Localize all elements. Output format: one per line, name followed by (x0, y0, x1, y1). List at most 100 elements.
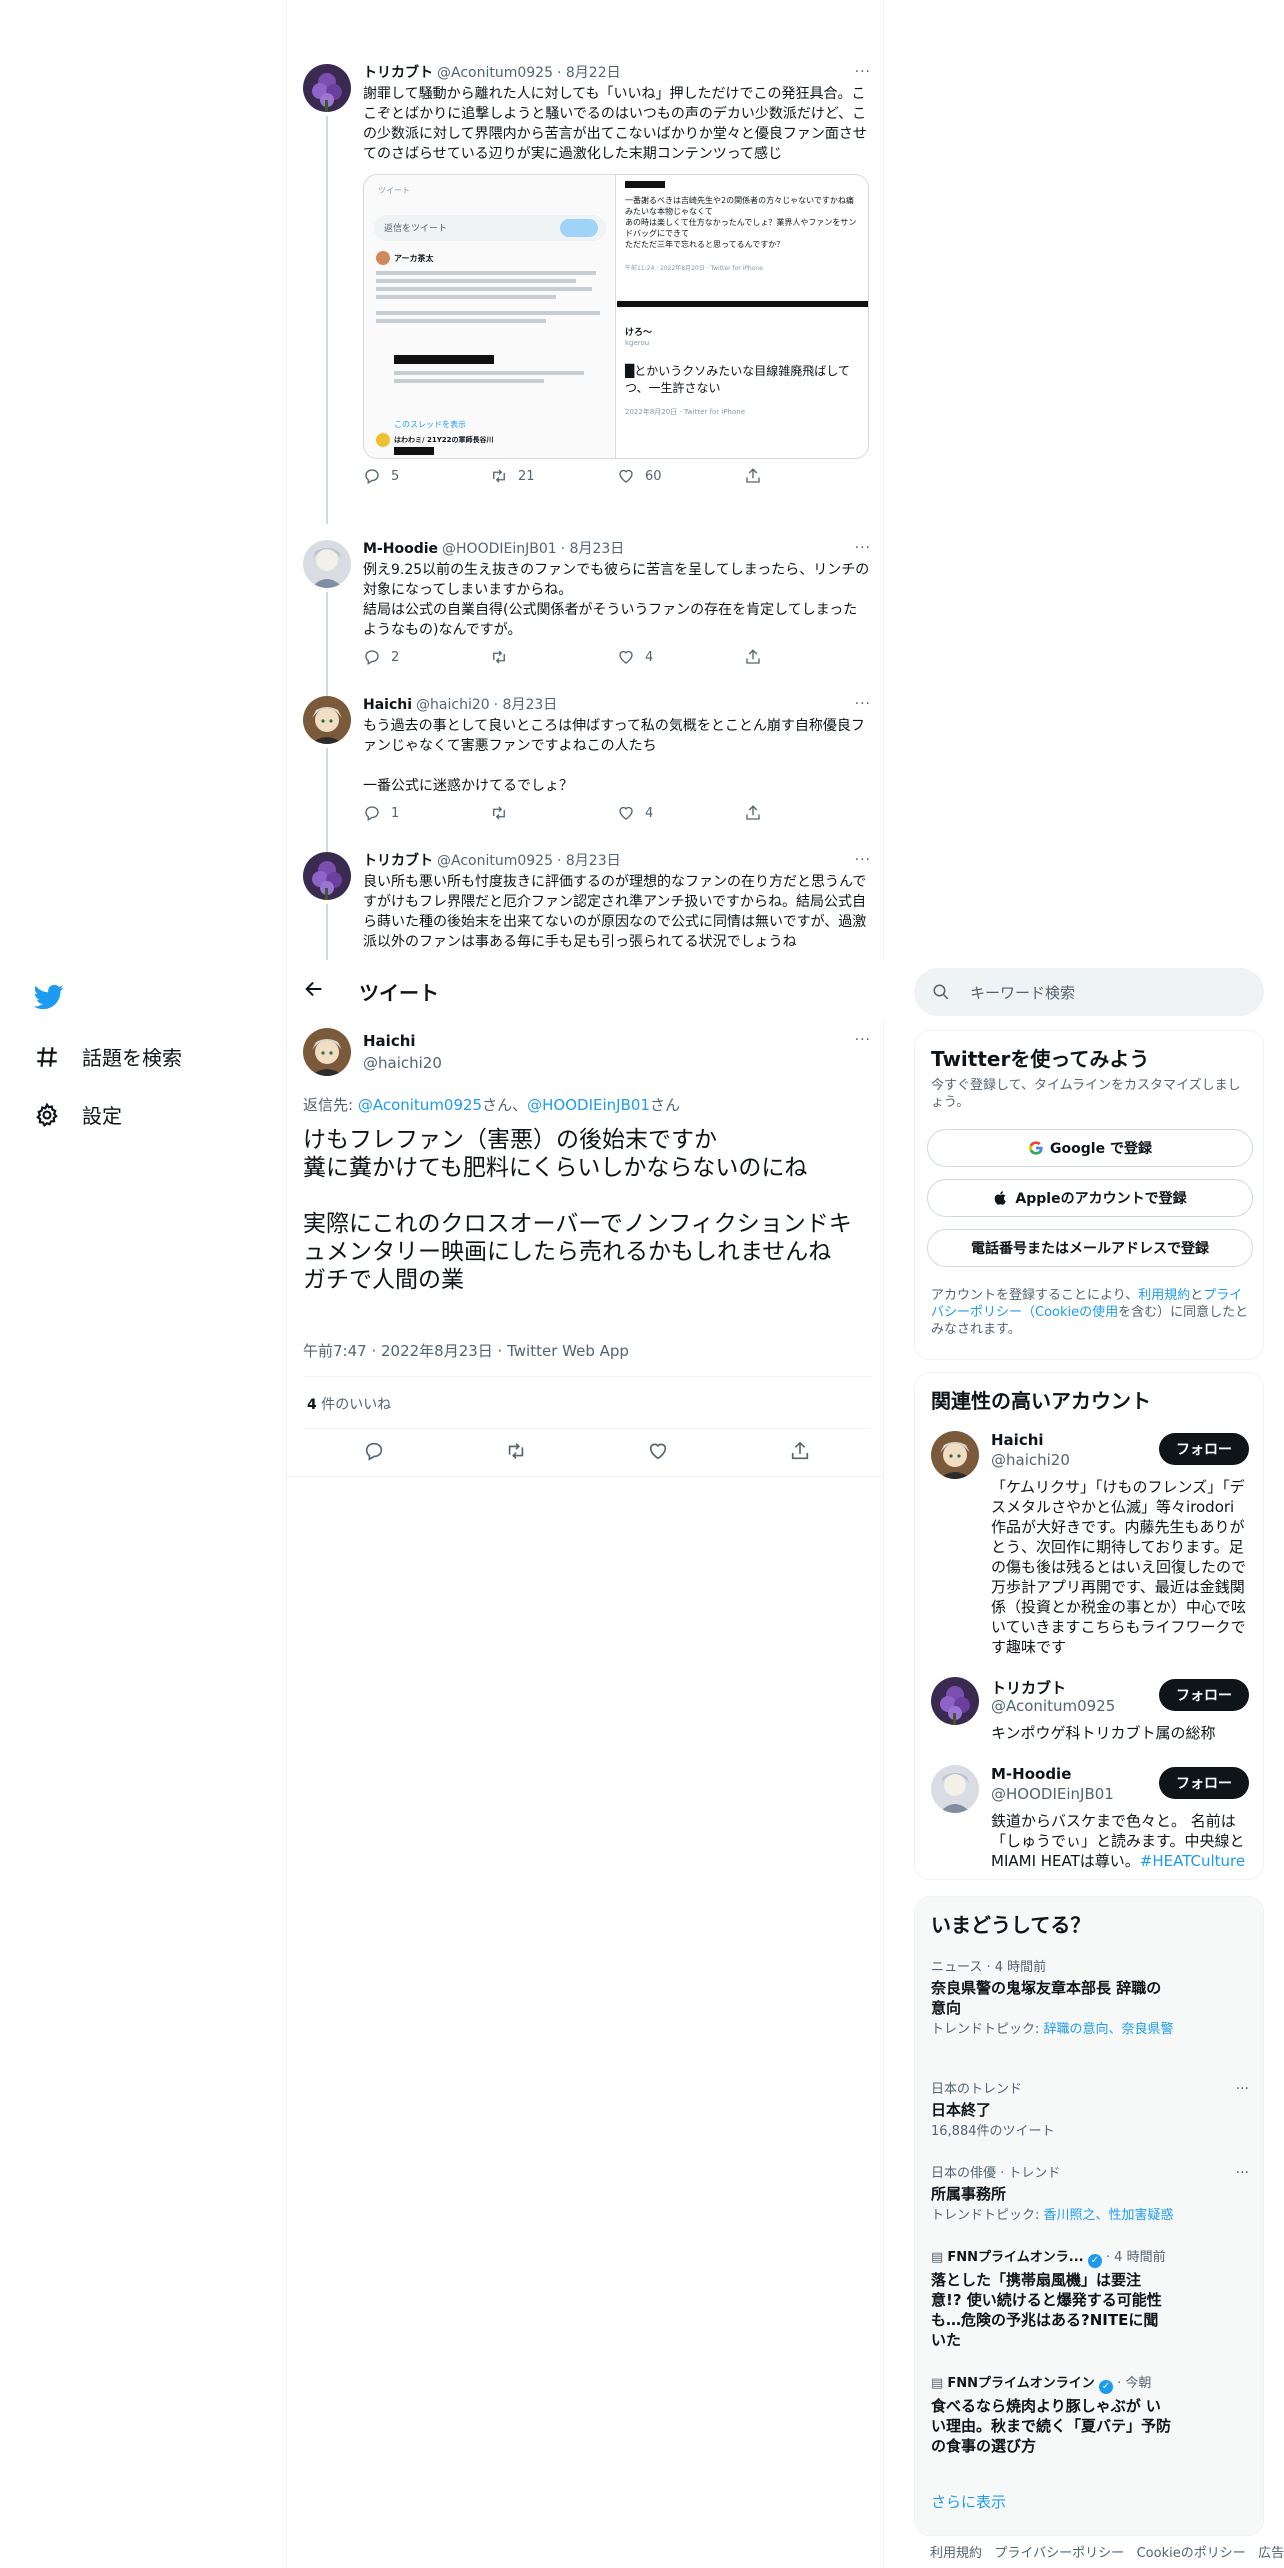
more-options-icon[interactable]: ··· (855, 696, 871, 712)
tweet-text: 謝罪して騒動から離れた人に対しても「いいね」押しただけでこの発狂具合。ここぞとば… (363, 86, 867, 162)
author-handle[interactable]: @haichi20 (363, 1054, 442, 1072)
author-handle[interactable]: @HOODIEinJB01 (442, 540, 557, 558)
media-right-panel: 一番謝るべきは吉崎先生や2の関係者の方々じゃないですかね痛みたいな本物じゃなくて… (617, 175, 868, 458)
gear-icon (36, 1102, 58, 1127)
account-item[interactable]: M-Hoodie @HOODIEinJB01 フォロー 鉄道からバスケまで色々と… (931, 1765, 1249, 1875)
account-name[interactable]: Haichi (991, 1431, 1044, 1449)
hashtag-icon (37, 1046, 57, 1067)
account-handle[interactable]: @Aconitum0925 (991, 1697, 1115, 1715)
tweet-media-image[interactable]: ツイート 返信をツイート アーカ茶太 このスレッドを表示 はわわミ/ 21Y22… (363, 174, 869, 459)
like-button[interactable]: 4 (617, 804, 744, 822)
trend-item[interactable]: ▤ FNNプライムオンラ... ✓ · 4 時間前 落とした「携帯扇風機」は要注… (931, 2249, 1249, 2350)
nav-settings[interactable]: 設定 (34, 1100, 122, 1129)
more-options-icon[interactable]: ··· (1236, 2081, 1249, 2097)
search-input[interactable]: キーワード検索 (914, 968, 1264, 1016)
avatar[interactable] (931, 1677, 979, 1725)
avatar[interactable] (303, 852, 351, 900)
avatar[interactable] (931, 1765, 979, 1813)
share-button[interactable] (744, 467, 871, 485)
footer-privacy-link[interactable]: プライバシーポリシー (994, 2546, 1124, 2561)
more-options-icon[interactable]: ··· (855, 1032, 871, 1048)
trend-topic-links[interactable]: 香川照之、性加害疑惑 (1044, 2208, 1174, 2223)
avatar[interactable] (931, 1431, 979, 1479)
retweet-button[interactable] (490, 804, 617, 822)
follow-button[interactable]: フォロー (1159, 1767, 1249, 1799)
retweet-icon[interactable] (505, 1440, 527, 1462)
more-options-icon[interactable]: ··· (855, 852, 871, 868)
trend-item[interactable]: ▤ FNNプライムオンライン ✓ · 今朝 食べるなら焼肉より豚しゃぶが いい理… (931, 2375, 1249, 2456)
tweet-date[interactable]: · 8月22日 (557, 64, 621, 82)
likes-summary[interactable]: 4 件のいいね (307, 1394, 391, 1414)
thread-tweet[interactable]: Haichi @haichi20 · 8月23日 ··· もう過去の事として良い… (303, 696, 871, 852)
retweet-button[interactable] (490, 648, 617, 666)
trend-topic-links[interactable]: 辞職の意向、奈良県警 (1044, 2022, 1174, 2037)
account-handle[interactable]: @haichi20 (991, 1451, 1070, 1469)
account-item[interactable]: トリカブト @Aconitum0925 フォロー キンポウゲ科トリカブト属の総称 (931, 1677, 1249, 1747)
phone-email-signup-button[interactable]: 電話番号またはメールアドレスで登録 (927, 1229, 1253, 1267)
more-options-icon[interactable]: ··· (855, 540, 871, 556)
share-button[interactable] (744, 648, 871, 666)
cookie-link[interactable]: （Cookieの使用 (1022, 1305, 1118, 1320)
divider (303, 1428, 871, 1429)
retweet-button[interactable]: 21 (490, 467, 617, 485)
tweet-date[interactable]: · 8月23日 (561, 540, 625, 558)
trend-source: ▤ FNNプライムオンラ... ✓ · 4 時間前 (931, 2249, 1249, 2268)
reply-button[interactable]: 1 (363, 804, 490, 822)
more-options-icon[interactable]: ··· (855, 64, 871, 80)
author-name[interactable]: M-Hoodie (363, 540, 438, 558)
heart-icon[interactable] (647, 1440, 669, 1462)
like-button[interactable]: 60 (617, 467, 744, 485)
tweet-timestamp[interactable]: 午前7:47 · 2022年8月23日 · Twitter Web App (303, 1340, 629, 1361)
reply-mention-link[interactable]: @HOODIEinJB01 (527, 1096, 650, 1114)
footer-cookie-link[interactable]: Cookieのポリシー (1137, 2546, 1246, 2561)
reply-button[interactable]: 2 (363, 648, 490, 666)
avatar[interactable] (303, 64, 351, 112)
trend-title: 食べるなら焼肉より豚しゃぶが いい理由。秋まで続く「夏バテ」予防の食事の選び方 (931, 2397, 1172, 2455)
avatar[interactable] (303, 540, 351, 588)
reply-icon[interactable] (363, 1440, 385, 1462)
tweet-date[interactable]: · 8月23日 (494, 696, 558, 714)
tweet-date[interactable]: · 8月23日 (557, 852, 621, 870)
trend-item[interactable]: ニュース · 4 時間前 奈良県警の鬼塚友章本部長 辞職の意向 トレンドトピック… (931, 1959, 1249, 2038)
avatar[interactable] (303, 696, 351, 744)
account-item[interactable]: Haichi @haichi20 フォロー 「ケムリクサ」「けものフレンズ」「デ… (931, 1431, 1249, 1661)
retweet-icon (493, 650, 505, 664)
author-name[interactable]: トリカブト (363, 852, 433, 870)
back-arrow-icon[interactable] (303, 978, 325, 1000)
avatar[interactable] (303, 1028, 351, 1076)
author-handle[interactable]: @haichi20 (416, 696, 490, 714)
reply-mention-link[interactable]: @Aconitum0925 (358, 1096, 482, 1114)
more-options-icon[interactable]: ··· (1236, 2165, 1249, 2181)
footer-ads-link[interactable]: 広告情報 (1258, 2546, 1284, 2561)
thread-tweet[interactable]: トリカブト @Aconitum0925 · 8月23日 ··· 良い所も悪い所も… (303, 852, 871, 960)
show-more-link[interactable]: さらに表示 (931, 2491, 1006, 2512)
like-button[interactable]: 4 (617, 648, 744, 666)
thread-tweet[interactable]: トリカブト @Aconitum0925 · 8月22日 ··· 謝罪して騒動から… (303, 64, 871, 524)
author-name[interactable]: トリカブト (363, 64, 433, 82)
footer-terms-link[interactable]: 利用規約 (930, 2546, 982, 2561)
trend-item[interactable]: 日本のトレンド 日本終了 16,884件のツイート ··· (931, 2081, 1249, 2140)
apple-signup-button[interactable]: Appleのアカウントで登録 (927, 1179, 1253, 1217)
account-handle[interactable]: @HOODIEinJB01 (991, 1785, 1114, 1803)
follow-button[interactable]: フォロー (1159, 1433, 1249, 1465)
author-handle[interactable]: @Aconitum0925 (437, 64, 553, 82)
author-handle[interactable]: @Aconitum0925 (437, 852, 553, 870)
share-button[interactable] (744, 804, 871, 822)
share-icon[interactable] (789, 1440, 811, 1462)
trend-item[interactable]: 日本の俳優 · トレンド 所属事務所 トレンドトピック: 香川照之、性加害疑惑 … (931, 2165, 1249, 2224)
google-signup-button[interactable]: Google で登録 (927, 1129, 1253, 1167)
author-name[interactable]: Haichi (363, 1032, 416, 1050)
reply-button[interactable]: 5 (363, 467, 490, 485)
hashtag-link[interactable]: #HEATCulture (1140, 1852, 1245, 1870)
author-name[interactable]: Haichi (363, 696, 412, 714)
account-name[interactable]: M-Hoodie (991, 1765, 1071, 1783)
follow-button[interactable]: フォロー (1159, 1679, 1249, 1711)
thread-tweet[interactable]: M-Hoodie @HOODIEinJB01 · 8月23日 ··· 例え9.2… (303, 540, 871, 696)
nav-explore[interactable]: 話題を検索 (34, 1042, 182, 1071)
account-name[interactable]: トリカブト (991, 1677, 1066, 1698)
twitter-logo-icon[interactable] (34, 982, 64, 1012)
tweet-text: けもフレファン（害悪）の後始末ですか 糞に糞かけても肥料にくらいしかならないのに… (303, 1127, 852, 1293)
reply-count: 1 (391, 805, 400, 821)
trend-source-name: FNNプライムオンライン (947, 2376, 1095, 2391)
terms-link[interactable]: 利用規約 (1138, 1288, 1190, 1303)
